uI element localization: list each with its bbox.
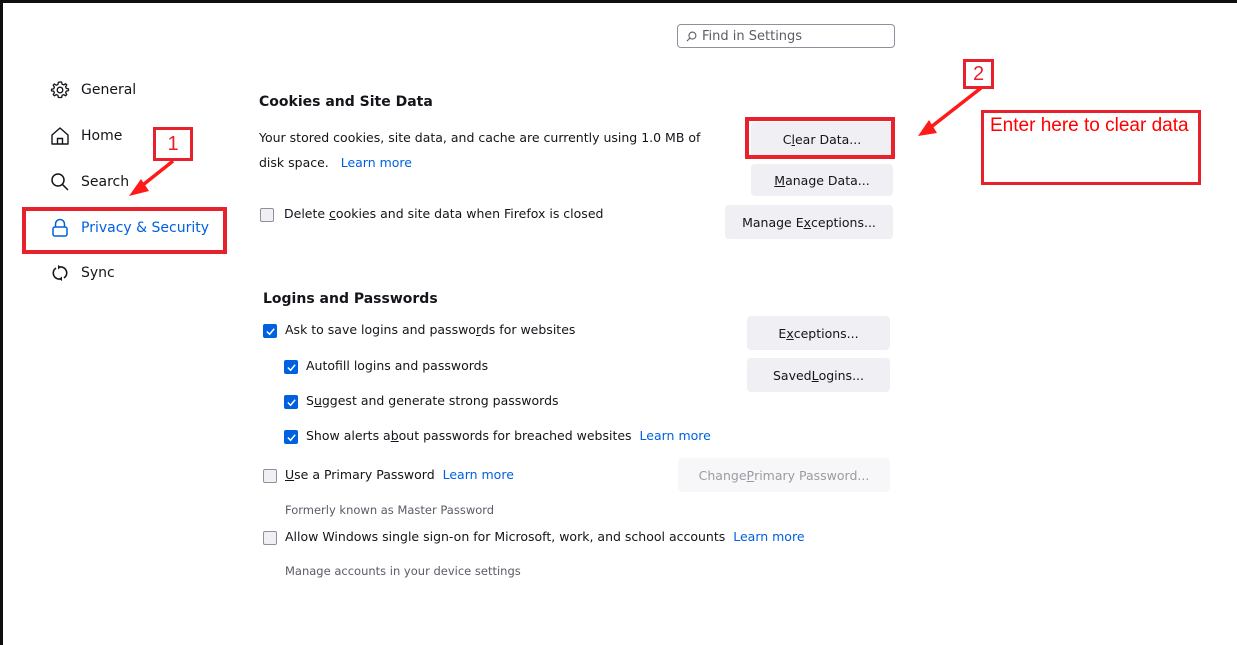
annotation-arrows [129,86,983,196]
settings-page: Find in Settings General Home Search Pri… [3,3,1237,645]
annotation-arrow-2 [929,86,983,129]
